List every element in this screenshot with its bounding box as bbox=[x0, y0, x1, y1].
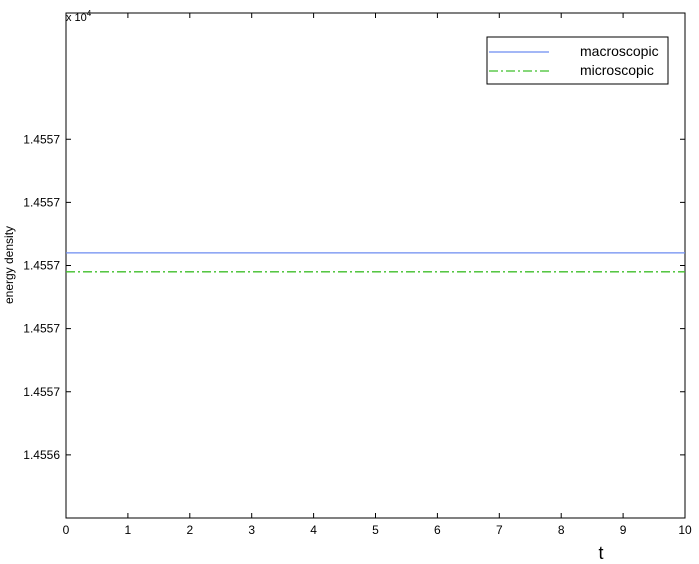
x-tick-label: 9 bbox=[620, 523, 627, 537]
y-axis-label: energy density bbox=[2, 226, 16, 304]
x-tick-label: 1 bbox=[125, 523, 132, 537]
x-tick-label: 4 bbox=[310, 523, 317, 537]
x-tick-label: 2 bbox=[186, 523, 193, 537]
y-tick-label: 1.4557 bbox=[23, 195, 60, 209]
y-tick-label: 1.4557 bbox=[23, 259, 60, 273]
legend: macroscopic microscopic bbox=[486, 36, 669, 85]
y-tick-label: 1.4556 bbox=[23, 448, 60, 462]
legend-label-macroscopic: macroscopic bbox=[580, 43, 659, 59]
plot-area bbox=[65, 12, 686, 519]
y-tick-label: 1.4557 bbox=[23, 132, 60, 146]
x-tick-label: 3 bbox=[248, 523, 255, 537]
legend-label-microscopic: microscopic bbox=[580, 62, 654, 78]
x-tick-label: 8 bbox=[558, 523, 565, 537]
y-tick-label: 1.4557 bbox=[23, 385, 60, 399]
energy-density-chart: 0 1 2 3 4 5 6 7 8 9 10 1.4556 1.4557 1.4557 1.4557 1.45… bbox=[2, 9, 692, 563]
x-tick-label: 5 bbox=[372, 523, 379, 537]
x-tick-label: 0 bbox=[63, 523, 70, 537]
x-tick-label: 7 bbox=[496, 523, 503, 537]
x-axis-label: t bbox=[598, 543, 603, 563]
y-tick-label: 1.4557 bbox=[23, 322, 60, 336]
x-tick-label: 6 bbox=[434, 523, 441, 537]
x-tick-label: 10 bbox=[678, 523, 692, 537]
